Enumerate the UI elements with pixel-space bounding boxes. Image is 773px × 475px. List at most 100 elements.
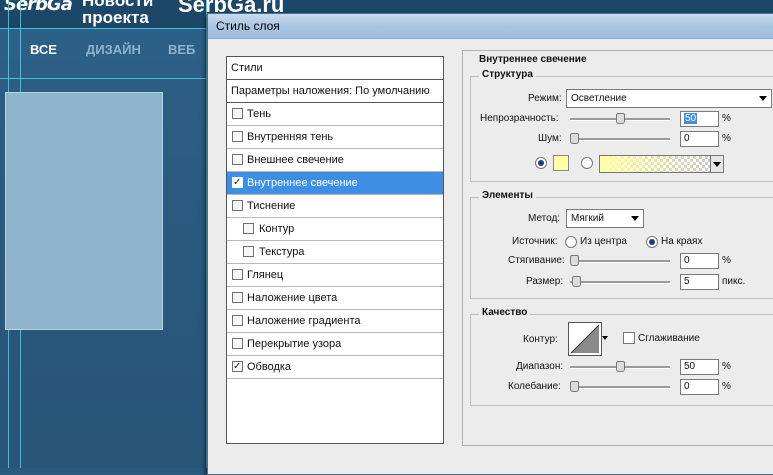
guide-line [0, 28, 210, 29]
contour-preview[interactable] [568, 322, 602, 356]
opacity-unit: % [722, 113, 731, 124]
source-center-radio[interactable] [565, 236, 577, 248]
range-input[interactable]: 50 [680, 359, 719, 375]
jitter-label: Колебание: [508, 381, 561, 392]
opacity-value: 50 [684, 113, 698, 124]
effect-label: Наложение градиента [247, 315, 361, 327]
chevron-down-icon [713, 162, 721, 167]
panel-title: Внутреннее свечение [476, 54, 590, 65]
antialias-checkbox[interactable] [623, 332, 635, 344]
choke-label: Стягивание: [508, 255, 565, 266]
glow-color-swatch[interactable] [553, 155, 569, 171]
range-label: Диапазон: [516, 361, 564, 372]
jitter-slider-thumb[interactable] [570, 381, 579, 392]
effect-checkbox[interactable] [232, 315, 243, 326]
effect-checkbox[interactable] [232, 172, 243, 194]
effect-checkbox[interactable] [232, 108, 243, 119]
jitter-slider[interactable] [570, 386, 670, 389]
nav-web: ВЕБ [168, 42, 196, 57]
effect-item[interactable]: Тиснение [227, 195, 443, 218]
effect-checkbox[interactable] [232, 338, 243, 349]
effect-item[interactable]: Тень [227, 103, 443, 126]
effect-checkbox[interactable] [232, 292, 243, 303]
styles-list: Стили Параметры наложения: По умолчанию … [226, 56, 444, 444]
effect-label: Внешнее свечение [247, 154, 344, 166]
gradient-dropdown[interactable] [710, 155, 724, 173]
dialog-title: Стиль слоя [216, 19, 280, 33]
nav-all: ВСЕ [30, 42, 57, 57]
effect-checkbox[interactable] [243, 246, 254, 257]
range-slider-thumb[interactable] [616, 361, 625, 372]
noise-input[interactable]: 0 [680, 131, 719, 147]
effect-checkbox[interactable] [232, 356, 243, 378]
effect-label: Текстура [259, 246, 305, 258]
opacity-input[interactable]: 50 [680, 111, 719, 127]
solid-color-radio[interactable] [535, 157, 547, 169]
choke-input[interactable]: 0 [680, 253, 719, 269]
effect-label: Контур [259, 223, 295, 235]
contour-dropdown[interactable] [601, 332, 610, 344]
choke-unit: % [722, 255, 731, 266]
effect-label: Внутренняя тень [247, 131, 334, 143]
contour-curve-icon [570, 324, 600, 354]
noise-label: Шум: [538, 133, 562, 144]
guide-line [0, 78, 210, 79]
source-edge-label: На краях [661, 236, 703, 247]
source-label: Источник: [512, 236, 558, 247]
effect-label: Глянец [247, 269, 284, 281]
choke-slider-thumb[interactable] [570, 255, 579, 266]
contour-label: Контур: [523, 334, 558, 345]
noise-slider[interactable] [570, 138, 670, 141]
nav-design: ДИЗАЙН [86, 42, 141, 57]
effect-item[interactable]: Текстура [227, 241, 443, 264]
jitter-input[interactable]: 0 [680, 379, 719, 395]
noise-slider-thumb[interactable] [570, 133, 579, 144]
effect-label: Тень [247, 108, 272, 120]
effect-checkbox[interactable] [243, 223, 254, 234]
effect-item[interactable]: Внутреннее свечение [227, 172, 443, 195]
effect-checkbox[interactable] [232, 154, 243, 165]
range-unit: % [722, 361, 731, 372]
structure-title: Структура [479, 69, 536, 80]
noise-unit: % [722, 133, 731, 144]
effect-item[interactable]: Внешнее свечение [227, 149, 443, 172]
effect-label: Наложение цвета [247, 292, 338, 304]
chevron-down-icon [631, 216, 639, 221]
antialias-label: Сглаживание [638, 333, 700, 344]
effect-item[interactable]: Глянец [227, 264, 443, 287]
opacity-slider-thumb[interactable] [616, 113, 625, 124]
choke-slider[interactable] [570, 260, 670, 263]
site-logo: SerbGa [4, 0, 73, 15]
dialog-titlebar[interactable]: Стиль слоя [208, 14, 773, 39]
effect-checkbox[interactable] [232, 200, 243, 211]
blending-options-item[interactable]: Параметры наложения: По умолчанию [227, 80, 443, 103]
effect-item[interactable]: Обводка [227, 356, 443, 379]
quality-title: Качество [479, 307, 531, 318]
content-card [5, 92, 163, 330]
size-slider[interactable] [570, 281, 670, 284]
effect-item[interactable]: Перекрытие узора [227, 333, 443, 356]
effect-item[interactable]: Наложение градиента [227, 310, 443, 333]
layer-style-dialog: Стиль слоя Стили Параметры наложения: По… [207, 13, 773, 475]
effect-item[interactable]: Контур [227, 218, 443, 241]
effect-item[interactable]: Наложение цвета [227, 287, 443, 310]
source-edge-radio[interactable] [646, 236, 658, 248]
blend-mode-value: Осветление [571, 93, 627, 104]
effect-label: Тиснение [247, 200, 296, 212]
size-unit: пикс. [722, 276, 746, 287]
effect-checkbox[interactable] [232, 269, 243, 280]
technique-select[interactable]: Мягкий [566, 209, 644, 228]
blend-mode-select[interactable]: Осветление [566, 89, 772, 108]
gradient-picker[interactable] [599, 155, 711, 173]
chevron-down-icon [602, 336, 608, 340]
size-slider-thumb[interactable] [571, 276, 581, 287]
size-input[interactable]: 5 [680, 274, 719, 290]
effect-item[interactable]: Внутренняя тень [227, 126, 443, 149]
gradient-radio[interactable] [581, 157, 593, 169]
effect-checkbox[interactable] [232, 131, 243, 142]
method-label: Метод: [528, 213, 561, 224]
news-heading-line2: проекта [82, 8, 149, 27]
effects-list: Тень Внутренняя тень Внешнее свечение Внутр… [227, 103, 443, 379]
jitter-unit: % [722, 381, 731, 392]
styles-header[interactable]: Стили [227, 57, 443, 80]
